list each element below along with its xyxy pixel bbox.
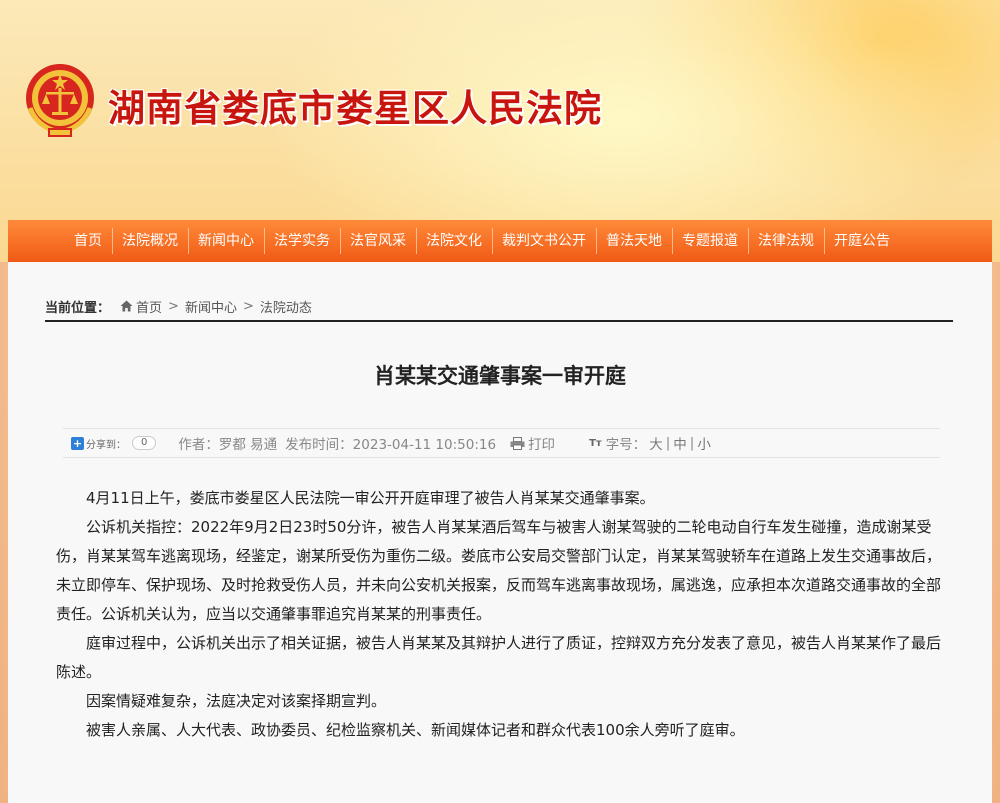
article-paragraph: 被害人亲属、人大代表、政协委员、纪检监察机关、新闻媒体记者和群众代表100余人旁…	[86, 721, 745, 739]
breadcrumb-news-link[interactable]: 新闻中心	[185, 297, 237, 316]
article-publish-time: 发布时间：2023-04-11 10:50:16	[285, 437, 497, 453]
share-count: 0	[132, 436, 157, 450]
font-size-separator: |	[665, 435, 671, 451]
site-title: 湖南省娄底市娄星区人民法院	[108, 87, 602, 130]
nav-item-law-education[interactable]: 普法天地	[596, 220, 672, 262]
court-emblem-icon[interactable]	[24, 62, 96, 140]
article-paragraph: 因案情疑难复杂，法庭决定对该案择期宣判。	[86, 692, 387, 710]
site-header: 湖南省娄底市娄星区人民法院	[0, 0, 1000, 220]
font-size-small[interactable]: 小	[697, 433, 711, 453]
content-panel: 当前位置： 首页 > 新闻中心 > 法院动态 肖某某交通肇事案一审开庭 + 分享…	[8, 262, 992, 803]
share-plus-icon[interactable]: +	[71, 436, 84, 450]
article-paragraph: 庭审过程中，公诉机关出示了相关证据，被告人肖某某及其辩护人进行了质证，控辩双方充…	[56, 634, 942, 681]
article-author: 作者：罗都 易通	[178, 437, 278, 453]
breadcrumb: 当前位置： 首页 > 新闻中心 > 法院动态	[45, 292, 953, 322]
print-label[interactable]: 打印	[528, 433, 555, 453]
nav-item-laws[interactable]: 法律法规	[748, 220, 824, 262]
nav-item-news-center[interactable]: 新闻中心	[188, 220, 264, 262]
nav-item-judges[interactable]: 法官风采	[340, 220, 416, 262]
font-size-icon: Tт	[589, 437, 602, 449]
home-icon	[120, 300, 133, 312]
share-label[interactable]: 分享到：	[86, 436, 126, 451]
breadcrumb-court-news-link[interactable]: 法院动态	[260, 297, 312, 316]
nav-item-court-culture[interactable]: 法院文化	[416, 220, 492, 262]
article-title: 肖某某交通肇事案一审开庭	[374, 364, 626, 388]
breadcrumb-separator: >	[242, 298, 254, 314]
share-widget[interactable]: + 分享到： 0	[71, 436, 157, 451]
font-size-medium[interactable]: 中	[673, 433, 687, 453]
breadcrumb-home-link[interactable]: 首页	[136, 297, 162, 316]
print-icon	[510, 436, 525, 450]
nav-item-home[interactable]: 首页	[64, 220, 112, 262]
font-size-control: Tт 字号： 大 | 中 | 小	[589, 433, 714, 453]
print-button[interactable]: 打印	[510, 433, 555, 453]
font-size-label: 字号：	[605, 437, 647, 453]
article-paragraph: 公诉机关指控：2022年9月2日23时50分许，被告人肖某某酒后驾车与被害人谢某…	[56, 518, 942, 623]
breadcrumb-separator: >	[168, 298, 179, 314]
nav-item-judgments[interactable]: 裁判文书公开	[492, 220, 596, 262]
article-body: 4月11日上午，娄底市娄星区人民法院一审公开开庭审理了被告人肖某某交通肇事案。 …	[56, 484, 946, 745]
nav-item-court-overview[interactable]: 法院概况	[112, 220, 188, 262]
nav-item-hearing-notices[interactable]: 开庭公告	[824, 220, 900, 262]
article-paragraph: 4月11日上午，娄底市娄星区人民法院一审公开开庭审理了被告人肖某某交通肇事案。	[86, 489, 655, 507]
font-size-large[interactable]: 大	[649, 433, 663, 453]
main-nav: 首页 法院概况 新闻中心 法学实务 法官风采 法院文化 裁判文书公开 普法天地 …	[8, 220, 992, 262]
breadcrumb-label: 当前位置：	[45, 300, 111, 316]
article-meta-bar: + 分享到： 0 作者：罗都 易通 发布时间：2023-04-11 10:50:…	[63, 428, 940, 458]
font-size-separator: |	[689, 435, 695, 451]
nav-item-special-reports[interactable]: 专题报道	[672, 220, 748, 262]
nav-item-legal-practice[interactable]: 法学实务	[264, 220, 340, 262]
